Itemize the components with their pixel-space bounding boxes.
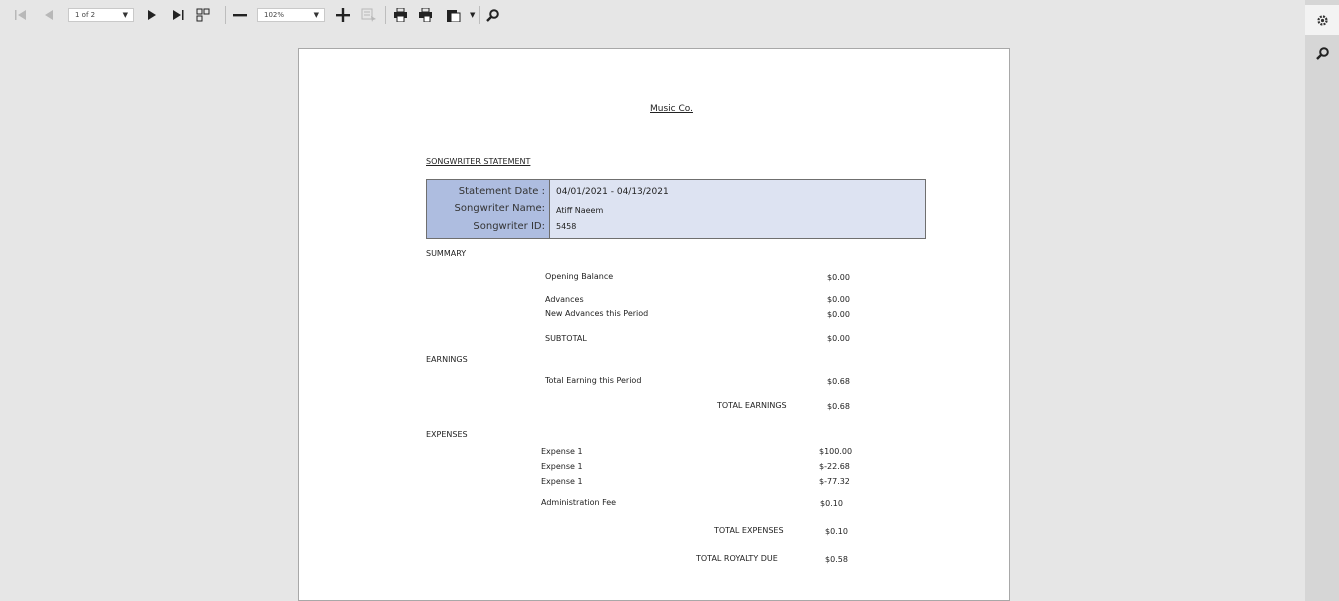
zoom-select[interactable]: 102% ▼: [257, 8, 325, 22]
zoom-out-button[interactable]: [233, 6, 247, 24]
highlight-icon: [361, 8, 376, 22]
expenses-heading: EXPENSES: [426, 430, 468, 439]
search-button[interactable]: [486, 6, 499, 24]
total-earnings-value: $0.68: [827, 402, 850, 411]
songwriter-name-label: Songwriter Name:: [454, 203, 545, 214]
songwriter-id-label: Songwriter ID:: [473, 221, 545, 232]
minus-icon: [233, 14, 247, 17]
statement-info-box: Statement Date : Songwriter Name: Songwr…: [426, 179, 926, 239]
search-tab[interactable]: [1305, 38, 1339, 68]
multipage-icon: [196, 8, 210, 22]
info-labels-column: Statement Date : Songwriter Name: Songwr…: [427, 180, 550, 238]
next-page-icon: [148, 10, 156, 20]
next-page-button[interactable]: [147, 6, 157, 24]
chevron-down-icon: ▼: [470, 11, 476, 19]
report-page: Music Co. SONGWRITER STATEMENT Statement…: [298, 48, 1010, 601]
toolbar-divider: [479, 6, 480, 24]
toolbar-divider: [385, 6, 386, 24]
songwriter-name-value: Atiff Naeem: [556, 206, 604, 215]
export-button[interactable]: [447, 6, 461, 24]
advances-value: $0.00: [827, 295, 850, 304]
administration-fee-value: $0.10: [820, 499, 843, 508]
earnings-heading: EARNINGS: [426, 355, 468, 364]
total-earning-period-label: Total Earning this Period: [545, 376, 642, 385]
highlight-button[interactable]: [361, 6, 377, 24]
expense-item-value: $-22.68: [819, 462, 850, 471]
chevron-down-icon: ▼: [313, 11, 319, 19]
total-expenses-label: TOTAL EXPENSES: [714, 526, 784, 535]
plus-icon: [336, 8, 350, 22]
expense-item-value: $-77.32: [819, 477, 850, 486]
total-royalty-due-label: TOTAL ROYALTY DUE: [696, 554, 778, 563]
new-advances-label: New Advances this Period: [545, 309, 649, 318]
zoom-in-button[interactable]: [336, 6, 350, 24]
print-icon: [394, 8, 407, 22]
company-name: Music Co.: [650, 104, 693, 114]
first-page-icon: [15, 10, 26, 20]
last-page-button[interactable]: [172, 6, 184, 24]
last-page-icon: [173, 10, 184, 20]
advances-label: Advances: [545, 295, 584, 304]
search-icon: [486, 8, 499, 22]
new-advances-value: $0.00: [827, 310, 850, 319]
summary-heading: SUMMARY: [426, 249, 467, 258]
total-earning-period-value: $0.68: [827, 377, 850, 386]
total-royalty-due-value: $0.58: [825, 555, 848, 564]
right-sidebar: [1305, 0, 1339, 601]
statement-date-value: 04/01/2021 - 04/13/2021: [556, 187, 669, 197]
multipage-view-button[interactable]: [196, 6, 210, 24]
expense-item-label: Expense 1: [541, 462, 583, 471]
songwriter-id-value: 5458: [556, 222, 577, 231]
print-page-icon: [419, 8, 432, 22]
opening-balance-value: $0.00: [827, 273, 850, 282]
report-viewer-toolbar: 1 of 2 ▼ 102% ▼ ▼: [0, 0, 1305, 30]
previous-page-icon: [45, 10, 53, 20]
statement-title: SONGWRITER STATEMENT: [426, 157, 531, 166]
export-dropdown-button[interactable]: ▼: [470, 6, 475, 24]
zoom-select-value: 102%: [264, 11, 285, 19]
print-button[interactable]: [393, 6, 408, 24]
total-earnings-label: TOTAL EARNINGS: [717, 401, 787, 410]
export-icon: [447, 10, 461, 22]
toolbar-divider: [225, 6, 226, 24]
gear-icon: [1316, 14, 1328, 26]
search-icon: [1315, 46, 1329, 60]
previous-page-button[interactable]: [44, 6, 54, 24]
statement-date-label: Statement Date :: [458, 186, 545, 197]
chevron-down-icon: ▼: [122, 11, 128, 19]
subtotal-label: SUBTOTAL: [545, 334, 587, 343]
first-page-button[interactable]: [15, 6, 27, 24]
expense-item-value: $100.00: [819, 447, 853, 456]
page-select[interactable]: 1 of 2 ▼: [68, 8, 134, 22]
expense-item-label: Expense 1: [541, 477, 583, 486]
subtotal-value: $0.00: [827, 334, 850, 343]
expense-item-label: Expense 1: [541, 447, 583, 456]
total-expenses-value: $0.10: [825, 527, 848, 536]
administration-fee-label: Administration Fee: [541, 498, 617, 507]
page-select-value: 1 of 2: [75, 11, 96, 19]
parameters-tab[interactable]: [1305, 5, 1339, 35]
opening-balance-label: Opening Balance: [545, 272, 614, 281]
print-page-button[interactable]: [418, 6, 433, 24]
